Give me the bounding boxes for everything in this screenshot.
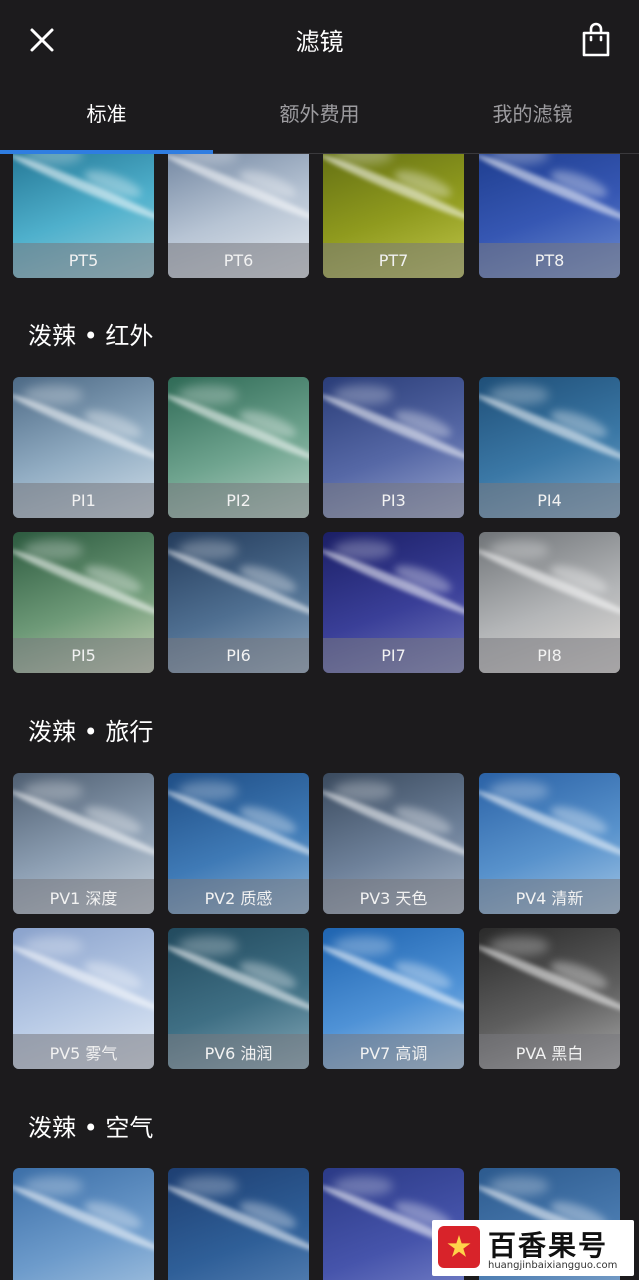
filter-tile[interactable]: PI3 (323, 377, 464, 518)
page-title: 滤镜 (295, 28, 344, 56)
shopping-bag-icon[interactable] (580, 22, 612, 58)
filter-tile[interactable]: PT6 (168, 137, 309, 278)
filter-label-bar: PI4 (479, 483, 620, 518)
filter-tile[interactable]: PV6 油润 (168, 928, 309, 1069)
filter-tile[interactable]: PV5 雾气 (13, 928, 154, 1069)
filter-label: PV4 清新 (515, 888, 584, 908)
filter-tile[interactable] (168, 1168, 309, 1280)
filter-label: PI5 (71, 646, 96, 665)
section-title-travel: 泼辣 • 旅行 (28, 718, 154, 746)
filter-tile[interactable]: PI8 (479, 532, 620, 673)
filter-label-bar: PV6 油润 (168, 1034, 309, 1069)
filter-label-bar: PT7 (323, 243, 464, 278)
filter-label: PV5 雾气 (49, 1043, 118, 1063)
active-tab-indicator (0, 150, 213, 154)
filter-label-bar: PI3 (323, 483, 464, 518)
filter-tile[interactable]: PI1 (13, 377, 154, 518)
filter-label: PV7 高调 (359, 1043, 428, 1063)
filter-label: PV2 质感 (204, 888, 273, 908)
filter-tile[interactable]: PT5 (13, 137, 154, 278)
filter-label: PI8 (537, 646, 562, 665)
filter-label-bar: PI2 (168, 483, 309, 518)
filter-tabs: 标准 额外费用 我的滤镜 (0, 80, 639, 154)
filter-label-bar: PI8 (479, 638, 620, 673)
tab-premium[interactable]: 额外费用 (213, 98, 426, 127)
filter-tile[interactable]: PI6 (168, 532, 309, 673)
filter-label: PV3 天色 (359, 888, 428, 908)
tab-my-filters[interactable]: 我的滤镜 (426, 98, 639, 127)
filter-tile[interactable]: PT8 (479, 137, 620, 278)
filter-label: PT8 (534, 251, 565, 270)
filter-tile[interactable]: PV4 清新 (479, 773, 620, 914)
filter-label-bar: PI5 (13, 638, 154, 673)
watermark-title: 百香果号 (488, 1229, 609, 1262)
section-title-infrared: 泼辣 • 红外 (28, 322, 154, 350)
filter-label-bar: PT6 (168, 243, 309, 278)
filter-label-bar: PV1 深度 (13, 879, 154, 914)
filter-label-bar: PI7 (323, 638, 464, 673)
filter-label-bar: PT5 (13, 243, 154, 278)
filter-label: PT5 (68, 251, 99, 270)
filter-tile[interactable]: PI4 (479, 377, 620, 518)
section-title-air: 泼辣 • 空气 (28, 1114, 154, 1142)
filter-label-bar: PVA 黑白 (479, 1034, 620, 1069)
filter-tile[interactable]: PV1 深度 (13, 773, 154, 914)
filter-label: PV1 深度 (49, 888, 118, 908)
filter-label-bar: PV5 雾气 (13, 1034, 154, 1069)
filter-tile[interactable]: PV2 质感 (168, 773, 309, 914)
filter-tile[interactable]: PV3 天色 (323, 773, 464, 914)
filter-tile[interactable]: PI5 (13, 532, 154, 673)
top-bar: 滤镜 (0, 0, 639, 80)
filter-label: PT7 (378, 251, 409, 270)
filter-label: PI7 (381, 646, 406, 665)
filter-tile[interactable]: PI2 (168, 377, 309, 518)
filter-label: PI1 (71, 491, 96, 510)
filter-tile[interactable]: PI7 (323, 532, 464, 673)
filter-label-bar: PT8 (479, 243, 620, 278)
watermark: 百香果号 huangjinbaixiangguo.com (432, 1220, 634, 1276)
filter-label-bar: PI6 (168, 638, 309, 673)
filter-label: PVA 黑白 (515, 1043, 584, 1063)
filter-tile[interactable] (13, 1168, 154, 1280)
filter-label: PI2 (226, 491, 251, 510)
tab-standard[interactable]: 标准 (0, 98, 213, 127)
filter-label: PI4 (537, 491, 562, 510)
filter-tile[interactable]: PVA 黑白 (479, 928, 620, 1069)
filter-label: PT6 (223, 251, 254, 270)
filter-label-bar: PV3 天色 (323, 879, 464, 914)
filter-label-bar: PV2 质感 (168, 879, 309, 914)
filter-label: PV6 油润 (204, 1043, 273, 1063)
filter-label-bar: PV7 高调 (323, 1034, 464, 1069)
filter-tile[interactable]: PT7 (323, 137, 464, 278)
filter-label-bar: PV4 清新 (479, 879, 620, 914)
filter-label-bar: PI1 (13, 483, 154, 518)
filter-tile[interactable]: PV7 高调 (323, 928, 464, 1069)
filter-label: PI3 (381, 491, 406, 510)
filter-label: PI6 (226, 646, 251, 665)
watermark-url: huangjinbaixiangguo.com (488, 1260, 618, 1271)
brand-star-logo (438, 1226, 480, 1268)
